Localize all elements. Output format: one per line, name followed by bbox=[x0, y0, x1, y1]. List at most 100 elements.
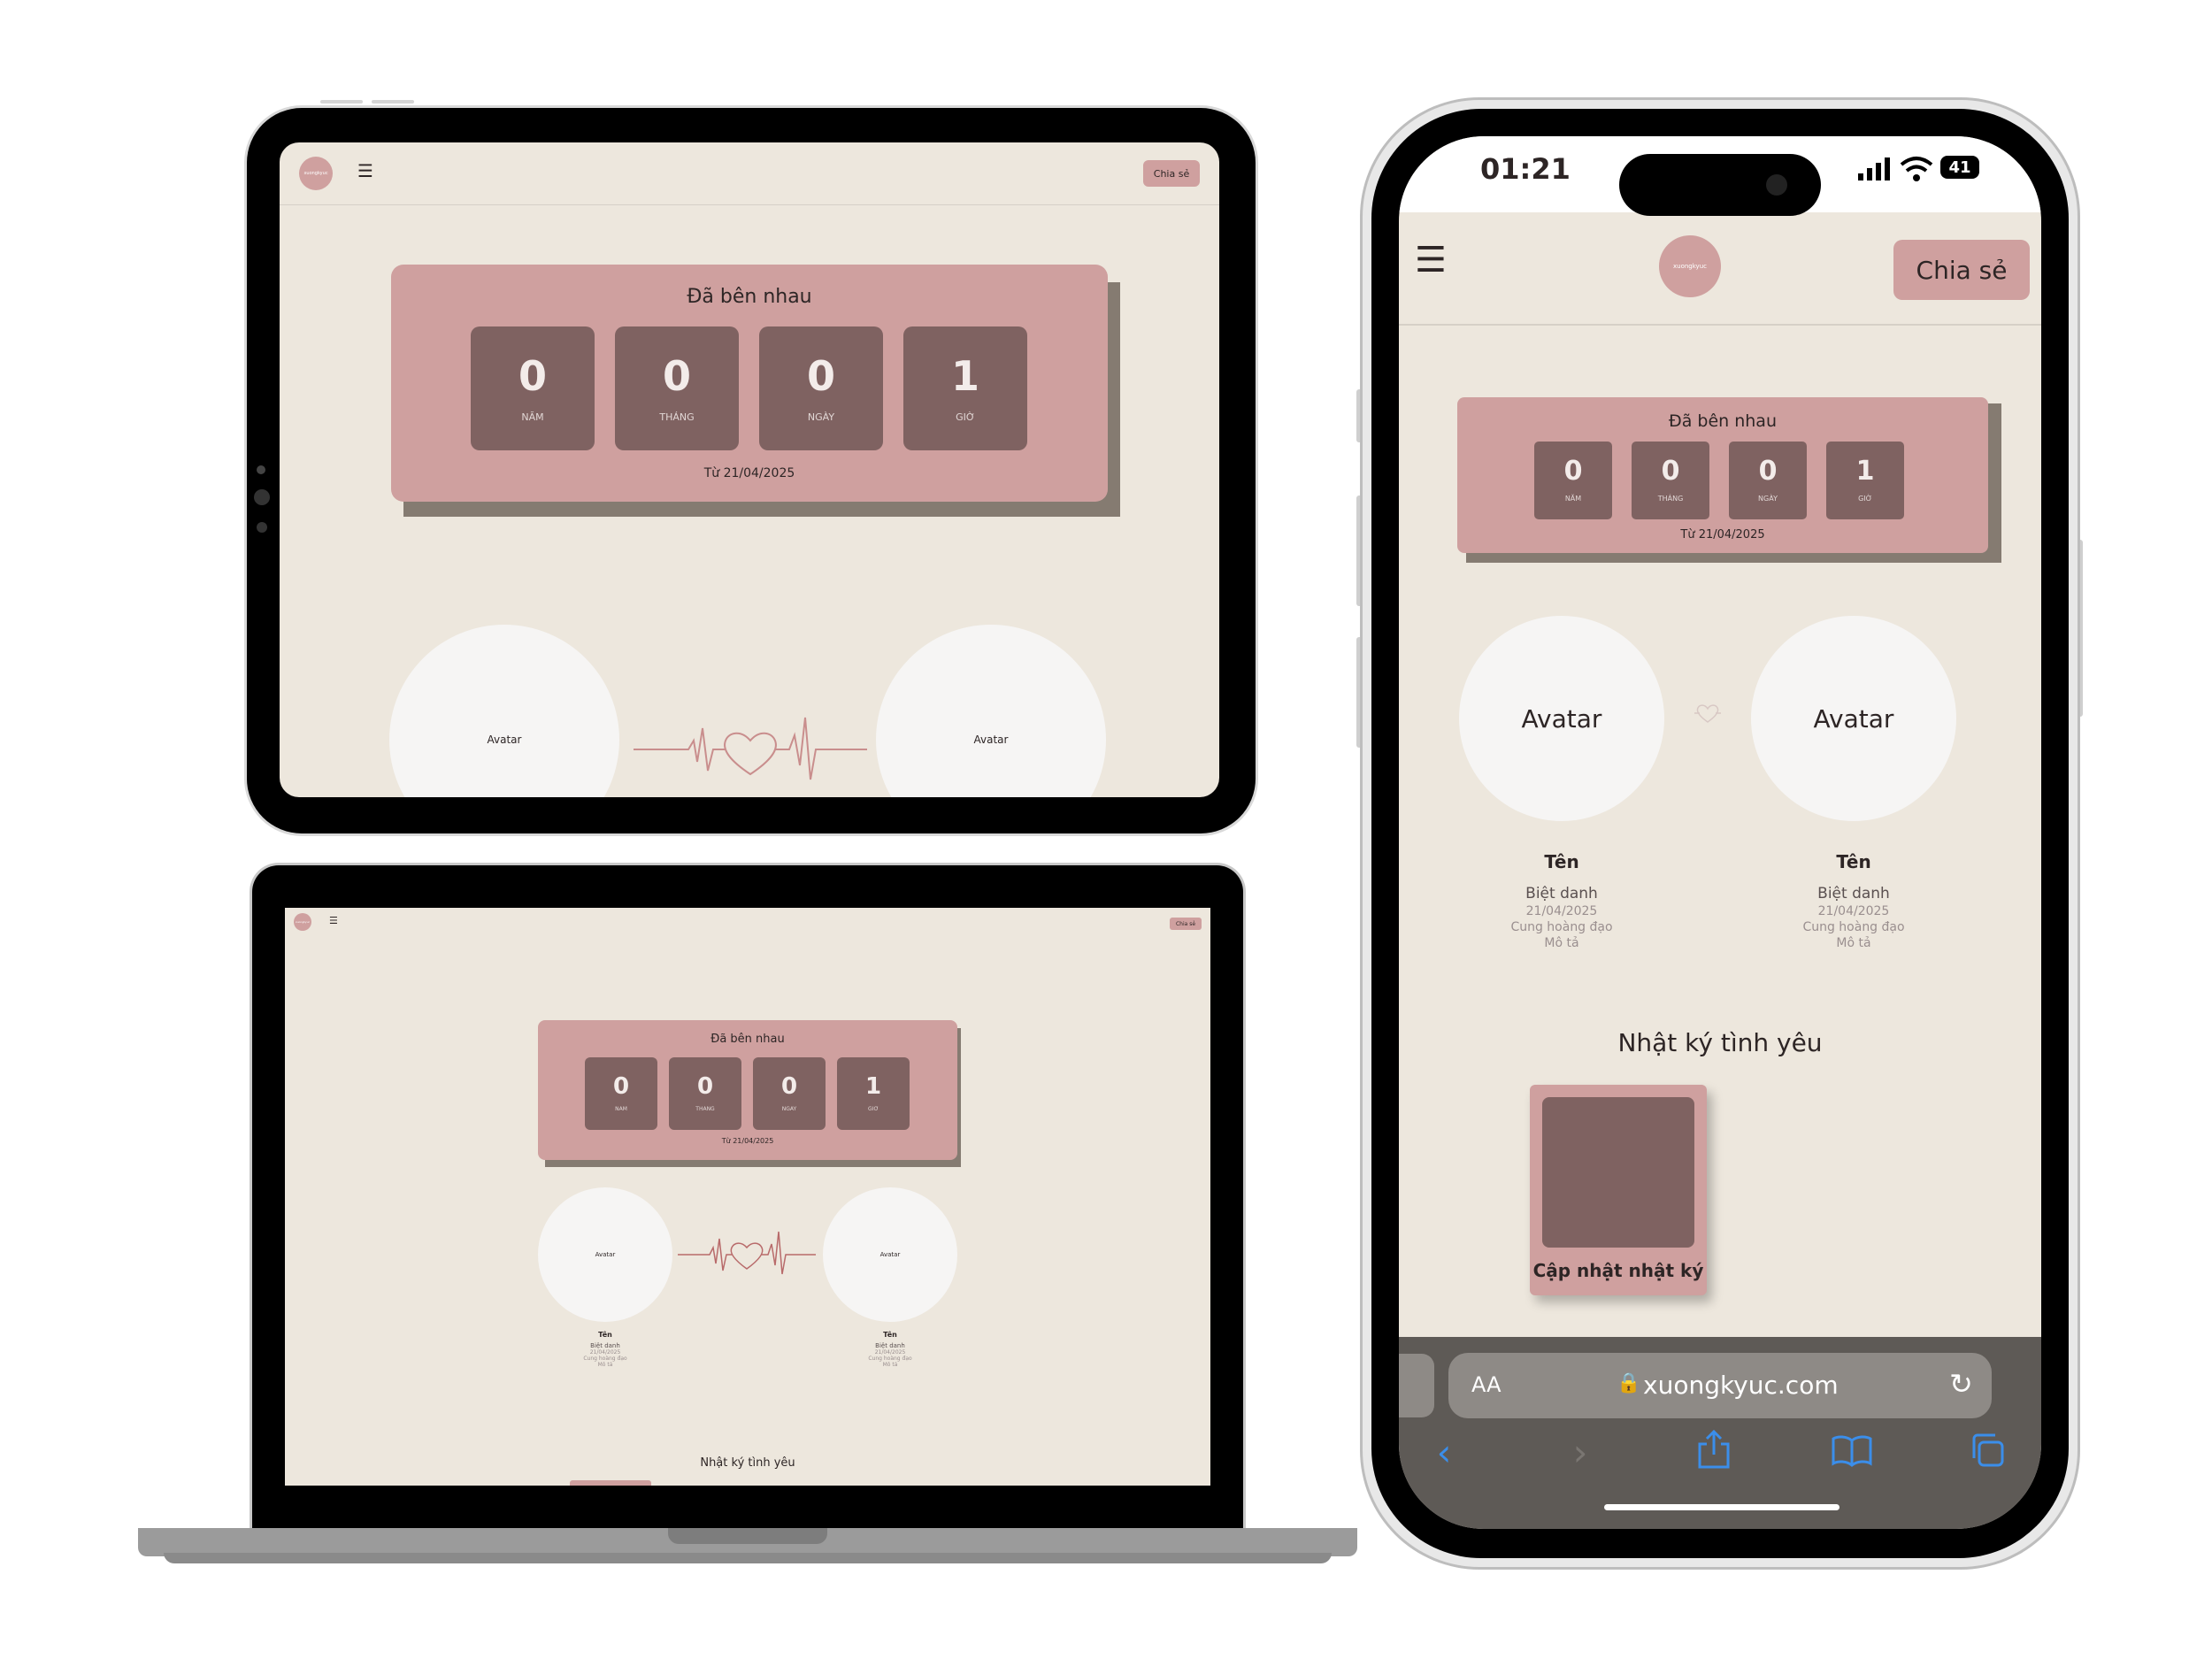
tabs-icon[interactable] bbox=[1969, 1432, 2006, 1469]
person-nickname: Biệt danh bbox=[875, 1342, 905, 1349]
share-label: Chia sẻ bbox=[1916, 255, 2008, 285]
counter-card: Đã bên nhau 0 NĂM 0 THÁNG 0 NGÀY 1 GIỜ T… bbox=[1457, 397, 1988, 553]
wifi-icon bbox=[1900, 157, 1933, 181]
logo-text: xuongkyuc bbox=[295, 920, 311, 924]
site-logo[interactable]: xuongkyuc bbox=[299, 157, 333, 190]
share-icon[interactable] bbox=[1696, 1428, 1732, 1471]
counter-tile-hours: 1 GIỜ bbox=[903, 326, 1027, 450]
person-description: Mô tả bbox=[1544, 936, 1579, 950]
diary-update-button[interactable]: Cập nhật nhật ký bbox=[1530, 1260, 1707, 1281]
share-button[interactable]: Chia sẻ bbox=[1893, 240, 2030, 300]
days-label: NGÀY bbox=[781, 1106, 797, 1112]
diary-card[interactable] bbox=[570, 1480, 651, 1486]
person-zodiac: Cung hoàng đạo bbox=[1510, 920, 1613, 934]
diary-title: Nhật ký tình yêu bbox=[1617, 1028, 1823, 1057]
tablet-button bbox=[320, 100, 363, 104]
avatar-label: Avatar bbox=[1813, 703, 1894, 733]
counter-tile-days: 0 NGÀY bbox=[1729, 442, 1807, 519]
counter-tile-days: 0 NGÀY bbox=[759, 326, 883, 450]
person-description: Mô tả bbox=[882, 1362, 898, 1368]
hamburger-icon[interactable]: ☰ bbox=[357, 160, 373, 181]
years-label: NĂM bbox=[521, 411, 544, 423]
site-logo[interactable]: xuongkyuc bbox=[294, 913, 311, 931]
counter-tile-hours: 1 GIỜ bbox=[1826, 442, 1904, 519]
avatar-label: Avatar bbox=[879, 1251, 901, 1258]
person-date: 21/04/2025 bbox=[589, 1349, 621, 1356]
years-label: NĂM bbox=[1564, 495, 1582, 503]
days-label: NGÀY bbox=[807, 411, 835, 423]
months-value: 0 bbox=[1661, 456, 1680, 487]
avatar-left[interactable]: Avatar bbox=[1459, 616, 1664, 821]
avatar-left[interactable]: Avatar bbox=[389, 625, 619, 797]
diary-photo bbox=[1542, 1097, 1694, 1248]
days-value: 0 bbox=[806, 351, 835, 400]
years-label: NĂM bbox=[615, 1106, 627, 1112]
counter-card: Đã bên nhau 0 NĂM 0 THÁNG 0 NGÀY 1 GIỜ T… bbox=[391, 265, 1108, 502]
person-date: 21/04/2025 bbox=[874, 1349, 906, 1356]
hours-label: GIỜ bbox=[868, 1106, 879, 1112]
counter-tile-days: 0 NGÀY bbox=[753, 1057, 826, 1130]
tablet-camera-icon bbox=[254, 489, 270, 505]
laptop-notch bbox=[668, 1528, 827, 1544]
avatar-label: Avatar bbox=[1521, 703, 1602, 733]
avatar-left[interactable]: Avatar bbox=[538, 1187, 672, 1322]
counter-card: Đã bên nhau 0 NĂM 0 THÁNG 0 NGÀY 1 GIỜ T… bbox=[538, 1020, 957, 1160]
avatar-label: Avatar bbox=[487, 733, 522, 746]
person-nickname: Biệt danh bbox=[1525, 885, 1598, 902]
person-info-left: Tên Biệt danh 21/04/2025 Cung hoàng đạo … bbox=[1459, 851, 1664, 950]
hours-value: 1 bbox=[950, 351, 979, 400]
hamburger-icon[interactable]: ☰ bbox=[329, 915, 338, 926]
counter-tile-months: 0 THÁNG bbox=[615, 326, 739, 450]
person-zodiac: Cung hoàng đạo bbox=[868, 1356, 912, 1362]
hours-value: 1 bbox=[864, 1073, 882, 1100]
tablet-camera-icon bbox=[257, 465, 265, 474]
hours-label: GIỜ bbox=[1858, 495, 1872, 503]
address-bar[interactable]: AA 🔒 xuongkyuc.com ↻ bbox=[1448, 1353, 1992, 1418]
hours-label: GIỜ bbox=[956, 411, 975, 423]
share-button[interactable]: Chia sẻ bbox=[1170, 918, 1202, 930]
previous-tab-preview[interactable] bbox=[1399, 1354, 1434, 1417]
person-date: 21/04/2025 bbox=[1817, 904, 1890, 918]
reload-icon[interactable]: ↻ bbox=[1949, 1367, 1973, 1401]
share-button[interactable]: Chia sẻ bbox=[1143, 160, 1200, 187]
person-description: Mô tả bbox=[1836, 936, 1871, 950]
diary-title: Nhật ký tình yêu bbox=[700, 1456, 795, 1470]
person-name: Tên bbox=[1836, 851, 1871, 872]
person-zodiac: Cung hoàng đạo bbox=[583, 1356, 627, 1362]
url-text: xuongkyuc.com bbox=[1643, 1371, 1839, 1400]
years-value: 0 bbox=[518, 351, 547, 400]
person-date: 21/04/2025 bbox=[1525, 904, 1598, 918]
avatar-right[interactable]: Avatar bbox=[876, 625, 1106, 797]
counter-tile-months: 0 THÁNG bbox=[669, 1057, 741, 1130]
person-nickname: Biệt danh bbox=[590, 1342, 620, 1349]
hours-value: 1 bbox=[1855, 456, 1875, 487]
dynamic-island bbox=[1619, 154, 1821, 216]
signal-icon bbox=[1858, 157, 1890, 180]
person-name: Tên bbox=[883, 1331, 897, 1339]
home-indicator[interactable] bbox=[1604, 1504, 1839, 1510]
front-camera-icon bbox=[1766, 174, 1787, 196]
counter-since: Từ 21/04/2025 bbox=[703, 466, 795, 480]
counter-title: Đã bên nhau bbox=[710, 1033, 785, 1046]
months-value: 0 bbox=[662, 351, 691, 400]
diary-card[interactable]: Cập nhật nhật ký bbox=[1530, 1085, 1707, 1295]
months-label: THÁNG bbox=[1657, 495, 1684, 503]
tablet-screen: xuongkyuc ☰ Chia sẻ Đã bên nhau 0 NĂM 0 … bbox=[280, 142, 1219, 797]
bookmarks-icon[interactable] bbox=[1831, 1433, 1873, 1467]
back-icon[interactable]: ‹ bbox=[1422, 1430, 1466, 1474]
laptop-screen: xuongkyuc ☰ Chia sẻ Đã bên nhau 0 NĂM 0 … bbox=[285, 908, 1210, 1486]
site-logo[interactable]: xuongkyuc bbox=[1659, 235, 1721, 297]
counter-title: Đã bên nhau bbox=[687, 286, 812, 308]
heartbeat-heart-icon bbox=[634, 717, 867, 780]
tablet-button bbox=[372, 100, 414, 104]
counter-tile-years: 0 NĂM bbox=[1534, 442, 1612, 519]
forward-icon[interactable]: › bbox=[1558, 1430, 1602, 1474]
heartbeat-heart-icon bbox=[678, 1231, 816, 1275]
counter-since: Từ 21/04/2025 bbox=[721, 1137, 774, 1145]
avatar-right[interactable]: Avatar bbox=[1751, 616, 1956, 821]
days-value: 0 bbox=[780, 1073, 798, 1100]
avatar-right[interactable]: Avatar bbox=[823, 1187, 957, 1322]
counter-title: Đã bên nhau bbox=[1668, 411, 1777, 431]
text-size-button[interactable]: AA bbox=[1471, 1372, 1502, 1397]
hamburger-icon[interactable]: ☰ bbox=[1415, 242, 1447, 278]
